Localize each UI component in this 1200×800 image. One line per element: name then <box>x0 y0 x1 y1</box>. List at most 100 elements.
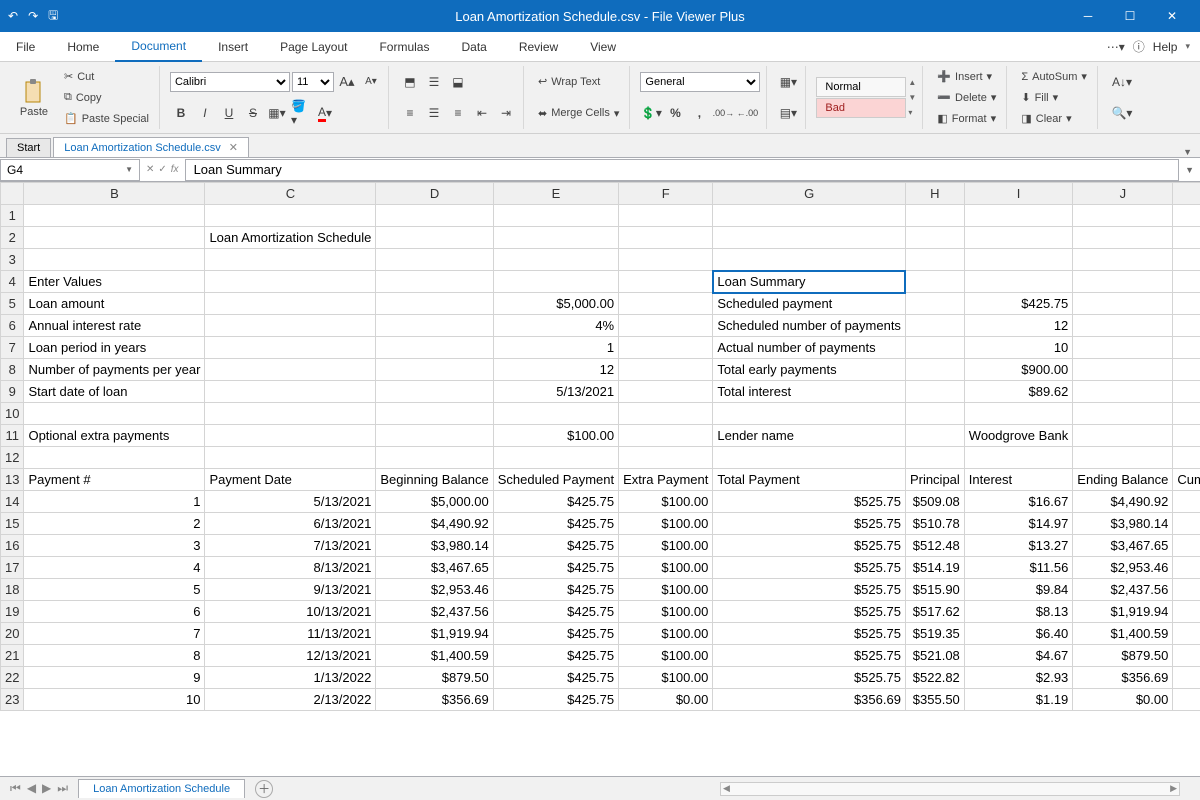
fx-icon[interactable]: fx <box>171 164 179 175</box>
cell[interactable]: $1.19 <box>964 689 1073 711</box>
column-header[interactable] <box>1 183 24 205</box>
insert-button[interactable]: ➕Insert ▾ <box>933 68 1000 85</box>
cell[interactable]: $100.00 <box>619 579 713 601</box>
cell[interactable]: 1 <box>24 491 205 513</box>
underline-button[interactable]: U <box>218 103 240 123</box>
row-header[interactable]: 19 <box>1 601 24 623</box>
cell[interactable]: $4.67 <box>964 645 1073 667</box>
cell[interactable] <box>24 447 205 469</box>
cell[interactable]: $16.67 <box>964 491 1073 513</box>
cell[interactable] <box>1173 359 1200 381</box>
cell[interactable] <box>1073 271 1173 293</box>
cell[interactable]: $80.83 <box>1173 623 1200 645</box>
cell[interactable]: $525.75 <box>713 667 906 689</box>
cut-button[interactable]: ✂Cut <box>60 68 153 85</box>
cell[interactable]: $100.00 <box>619 645 713 667</box>
row-header[interactable]: 13 <box>1 469 24 491</box>
cell[interactable] <box>1173 381 1200 403</box>
font-name-select[interactable]: Calibri <box>170 72 290 92</box>
cell[interactable] <box>1073 381 1173 403</box>
cell[interactable]: $74.43 <box>1173 601 1200 623</box>
cell[interactable]: Scheduled Payment <box>493 469 618 491</box>
cell[interactable]: Annual interest rate <box>24 315 205 337</box>
cell[interactable] <box>1073 227 1173 249</box>
cell[interactable]: $3,467.65 <box>1073 535 1173 557</box>
fill-button[interactable]: ⬇Fill ▾ <box>1017 89 1091 106</box>
cell[interactable]: $2,437.56 <box>1073 579 1173 601</box>
cell[interactable]: Enter Values <box>24 271 205 293</box>
cell[interactable]: $356.69 <box>376 689 493 711</box>
cell[interactable]: $515.90 <box>905 579 964 601</box>
conditional-format-icon[interactable]: ▦▾ <box>777 72 799 92</box>
cell[interactable] <box>713 249 906 271</box>
paste-button[interactable]: Paste <box>12 66 56 129</box>
row-header[interactable]: 18 <box>1 579 24 601</box>
cell[interactable] <box>205 359 376 381</box>
cell[interactable]: 2/13/2022 <box>205 689 376 711</box>
styles-more-icon[interactable]: ▾ <box>908 108 916 117</box>
align-left-icon[interactable]: ≡ <box>399 103 421 123</box>
cell-address-box[interactable]: G4▼ <box>0 159 140 181</box>
format-button[interactable]: ◧Format ▾ <box>933 110 1000 127</box>
cell[interactable] <box>905 381 964 403</box>
cell[interactable]: 4% <box>493 315 618 337</box>
sheet-nav-first-icon[interactable]: ⏮ <box>10 781 21 796</box>
cell[interactable]: $525.75 <box>713 513 906 535</box>
cell[interactable]: $522.82 <box>905 667 964 689</box>
cell[interactable]: $525.75 <box>713 601 906 623</box>
cell[interactable]: $66.31 <box>1173 579 1200 601</box>
align-top-icon[interactable]: ⬒ <box>399 72 421 92</box>
cell[interactable] <box>205 447 376 469</box>
percent-icon[interactable]: % <box>664 103 686 123</box>
cell[interactable]: $425.75 <box>493 513 618 535</box>
cell[interactable]: $514.19 <box>905 557 964 579</box>
cell[interactable]: $44.90 <box>1173 535 1200 557</box>
cell[interactable] <box>619 403 713 425</box>
cell[interactable] <box>376 359 493 381</box>
cell[interactable]: Optional extra payments <box>24 425 205 447</box>
column-header[interactable]: F <box>619 183 713 205</box>
row-header[interactable]: 7 <box>1 337 24 359</box>
cell[interactable] <box>964 205 1073 227</box>
cell[interactable]: $512.48 <box>905 535 964 557</box>
cell[interactable] <box>205 315 376 337</box>
cell[interactable] <box>24 403 205 425</box>
maximize-button[interactable]: ☐ <box>1110 0 1150 32</box>
cell[interactable]: Loan Amortization Schedule <box>205 227 376 249</box>
cell[interactable]: 5/13/2021 <box>205 491 376 513</box>
font-color-button[interactable]: A▾ <box>314 103 336 123</box>
cell[interactable]: Total early payments <box>713 359 906 381</box>
cell[interactable]: Total interest <box>713 381 906 403</box>
cell[interactable]: 9/13/2021 <box>205 579 376 601</box>
decrease-indent-icon[interactable]: ⇤ <box>471 103 493 123</box>
borders-button[interactable]: ▦▾ <box>266 103 288 123</box>
cell[interactable] <box>1173 271 1200 293</box>
cell[interactable] <box>205 381 376 403</box>
bold-button[interactable]: B <box>170 103 192 123</box>
menu-page-layout[interactable]: Page Layout <box>264 32 363 62</box>
cell[interactable] <box>205 205 376 227</box>
cell[interactable]: $517.62 <box>905 601 964 623</box>
cell[interactable]: $14.97 <box>964 513 1073 535</box>
cell[interactable]: $100.00 <box>619 535 713 557</box>
cell[interactable] <box>619 359 713 381</box>
cell[interactable]: $525.75 <box>713 579 906 601</box>
cell[interactable] <box>376 425 493 447</box>
wrap-text-button[interactable]: ↩Wrap Text <box>534 73 623 90</box>
cell[interactable]: 5 <box>24 579 205 601</box>
cell[interactable]: $525.75 <box>713 557 906 579</box>
cell[interactable] <box>1073 403 1173 425</box>
cell[interactable]: $89.62 <box>1173 689 1200 711</box>
doc-tab-start[interactable]: Start <box>6 138 51 157</box>
cell[interactable]: Total Payment <box>713 469 906 491</box>
cell[interactable]: $356.69 <box>1073 667 1173 689</box>
cell[interactable] <box>1173 249 1200 271</box>
cell[interactable]: $425.75 <box>493 667 618 689</box>
decrease-font-icon[interactable]: A▾ <box>360 72 382 92</box>
cell[interactable] <box>376 337 493 359</box>
cell[interactable] <box>1173 337 1200 359</box>
cell[interactable]: $100.00 <box>619 601 713 623</box>
close-tab-icon[interactable]: ✕ <box>229 142 238 154</box>
cell[interactable] <box>205 271 376 293</box>
cell[interactable] <box>619 337 713 359</box>
